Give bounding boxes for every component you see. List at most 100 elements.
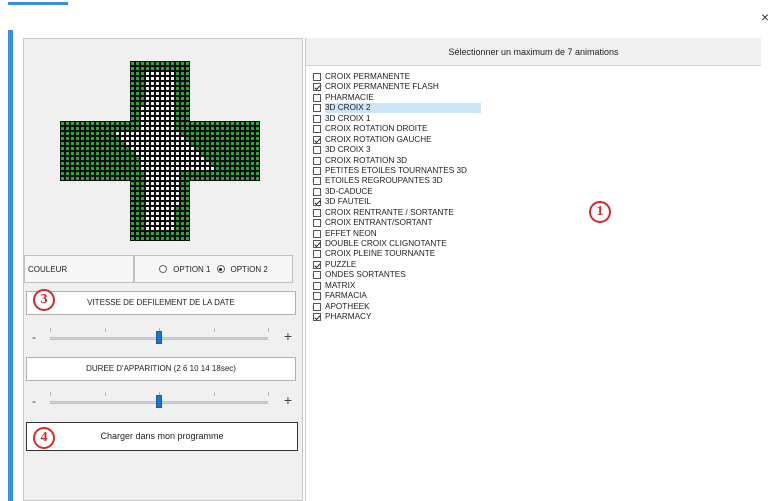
list-item[interactable]: CROIX PERMANENTE (311, 72, 751, 82)
led-dot (161, 102, 164, 105)
option1-radio[interactable] (159, 265, 168, 273)
item-checkbox[interactable] (313, 250, 321, 259)
item-checkbox[interactable] (313, 302, 321, 311)
item-checkbox[interactable] (313, 219, 321, 228)
item-checkbox[interactable] (313, 114, 321, 123)
list-item[interactable]: 3D CROIX 1 (311, 114, 751, 124)
load-program-button[interactable]: Charger dans mon programme (26, 422, 298, 451)
led-dot (161, 62, 164, 65)
option2-radio[interactable] (216, 265, 225, 273)
led-dot (61, 177, 64, 180)
item-checkbox[interactable] (313, 83, 321, 92)
list-item[interactable]: ONDES SORTANTES (311, 270, 751, 280)
list-item[interactable]: CROIX RENTRANTE / SORTANTE (311, 208, 751, 218)
duration-thumb[interactable] (156, 395, 162, 408)
list-item[interactable]: PHARMACIE (311, 93, 751, 103)
speed-minus[interactable]: - (32, 330, 36, 344)
led-dot (136, 142, 139, 145)
item-checkbox[interactable] (313, 125, 321, 134)
duration-plus[interactable]: + (284, 392, 292, 408)
speed-plus[interactable]: + (284, 328, 292, 344)
list-item[interactable]: CROIX ROTATION GAUCHE (311, 135, 751, 145)
led-dot (216, 162, 219, 165)
led-dot (186, 182, 189, 185)
list-item[interactable]: ETOILES REGROUPANTES 3D (311, 176, 751, 186)
item-checkbox[interactable] (313, 146, 321, 155)
item-checkbox[interactable] (313, 229, 321, 238)
led-dot (171, 197, 174, 200)
led-dot (161, 92, 164, 95)
led-dot (201, 152, 204, 155)
item-checkbox[interactable] (313, 240, 321, 248)
duration-slider[interactable]: - + (32, 392, 292, 412)
item-checkbox[interactable] (313, 177, 321, 186)
item-label: CROIX ROTATION DROITE (325, 124, 428, 134)
list-item[interactable]: FARMACIA (311, 291, 751, 301)
led-dot (196, 122, 199, 125)
led-dot (141, 122, 144, 125)
led-dot (136, 147, 139, 150)
item-checkbox[interactable] (313, 135, 321, 144)
item-checkbox[interactable] (313, 73, 321, 81)
item-checkbox[interactable] (313, 292, 321, 301)
led-dot (136, 82, 139, 85)
led-dot (126, 132, 129, 135)
led-dot (86, 147, 89, 150)
close-icon[interactable]: × (758, 10, 772, 24)
led-dot (111, 122, 114, 125)
item-checkbox[interactable] (313, 187, 321, 196)
led-dot (241, 152, 244, 155)
led-dot (61, 142, 64, 145)
list-item[interactable]: PETITES ETOILES TOURNANTES 3D (311, 166, 751, 176)
led-dot (91, 127, 94, 130)
led-dot (166, 132, 169, 135)
speed-thumb[interactable] (156, 331, 162, 344)
led-dot (131, 142, 134, 145)
led-dot (156, 142, 159, 145)
led-dot (166, 72, 169, 75)
led-dot (111, 127, 114, 130)
speed-slider[interactable]: - + (32, 328, 292, 348)
led-dot (141, 92, 144, 95)
led-dot (131, 192, 134, 195)
item-checkbox[interactable] (313, 208, 321, 217)
item-checkbox[interactable] (313, 198, 321, 207)
list-item[interactable]: 3D FAUTEIL (311, 197, 751, 207)
list-item[interactable]: 3D CROIX 2 (311, 103, 751, 114)
list-item[interactable]: 3D-CADUCE (311, 187, 751, 197)
led-dot (221, 137, 224, 140)
list-item[interactable]: PUZZLE (311, 260, 751, 270)
list-item[interactable]: CROIX ENTRANT/SORTANT (311, 218, 751, 228)
led-dot (231, 157, 234, 160)
item-checkbox[interactable] (313, 313, 321, 322)
list-item[interactable]: CROIX PERMANENTE FLASH (311, 82, 751, 92)
list-item[interactable]: CROIX ROTATION 3D (311, 156, 751, 166)
list-item[interactable]: CROIX ROTATION DROITE (311, 124, 751, 134)
led-dot (246, 177, 249, 180)
list-item[interactable]: CROIX PLEINE TOURNANTE (311, 249, 751, 259)
item-checkbox[interactable] (313, 156, 321, 165)
led-dot (146, 137, 149, 140)
item-checkbox[interactable] (313, 93, 321, 102)
led-dot (146, 142, 149, 145)
item-checkbox[interactable] (313, 271, 321, 280)
list-item[interactable]: 3D CROIX 3 (311, 145, 751, 155)
led-dot (176, 182, 179, 185)
item-checkbox[interactable] (313, 166, 321, 175)
item-checkbox[interactable] (313, 260, 321, 269)
led-dot (161, 167, 164, 170)
led-dot (251, 162, 254, 165)
list-item[interactable]: MATRIX (311, 281, 751, 291)
duration-minus[interactable]: - (32, 394, 36, 408)
item-checkbox[interactable] (313, 281, 321, 290)
list-item[interactable]: APOTHEEK (311, 302, 751, 312)
led-dot (196, 127, 199, 130)
list-item[interactable]: EFFET NEON (311, 229, 751, 239)
led-dot (121, 147, 124, 150)
list-item[interactable]: PHARMACY (311, 312, 751, 322)
led-dot (106, 157, 109, 160)
list-item[interactable]: DOUBLE CROIX CLIGNOTANTE (311, 239, 751, 249)
led-dot (146, 92, 149, 95)
item-checkbox[interactable] (313, 104, 321, 113)
led-dot (171, 117, 174, 120)
